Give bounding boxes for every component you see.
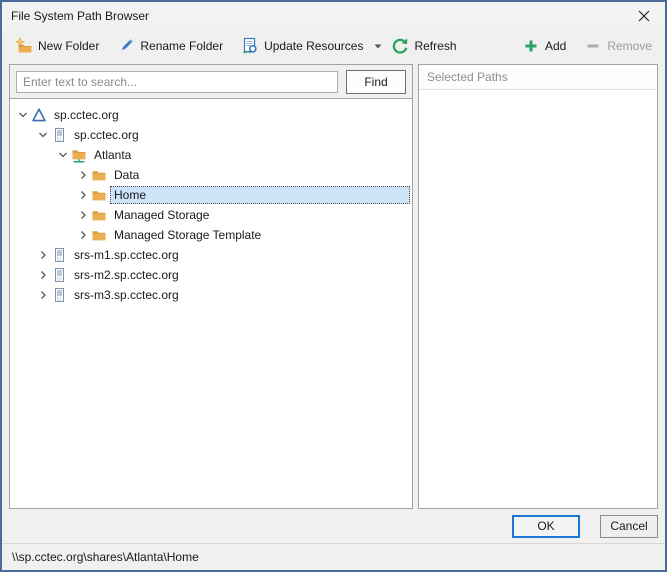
add-label: Add [545,39,566,53]
tree-node-sp-cctec-org[interactable]: sp.cctec.org [10,105,412,125]
tree-node-sp-cctec-org[interactable]: sp.cctec.org [10,125,412,145]
tree-node-label: Data [114,168,139,182]
tree: sp.cctec.org sp.cctec.org Atlanta Data Home M… [10,99,412,508]
forest-icon [31,107,50,123]
pencil-icon [117,37,135,55]
refresh-icon [391,37,409,55]
tree-node-label: srs-m2.sp.cctec.org [74,268,179,282]
new-folder-icon [15,37,33,55]
chevron-right-icon[interactable] [34,287,51,303]
chevron-right-icon[interactable] [74,207,91,223]
tree-node-label: Managed Storage Template [114,228,261,242]
remove-button[interactable]: Remove [579,34,657,58]
tree-node-label: Managed Storage [114,208,209,222]
tree-node-managed-storage-template[interactable]: Managed Storage Template [10,225,412,245]
shared-folder-icon [71,147,90,163]
rename-folder-button[interactable]: Rename Folder [112,34,228,58]
tree-node-srs-m1-sp-cctec-org[interactable]: srs-m1.sp.cctec.org [10,245,412,265]
cancel-button[interactable]: Cancel [600,515,658,538]
update-resources-button[interactable]: Update Resources [236,34,368,58]
refresh-label: Refresh [414,39,456,53]
tree-node-srs-m3-sp-cctec-org[interactable]: srs-m3.sp.cctec.org [10,285,412,305]
server-icon [51,267,70,283]
close-button[interactable] [623,2,665,30]
rename-folder-label: Rename Folder [140,39,223,53]
find-button[interactable]: Find [346,70,406,94]
tree-node-label-area[interactable]: sp.cctec.org [50,106,410,124]
server-icon [51,287,70,303]
tree-node-label-area[interactable]: srs-m3.sp.cctec.org [70,286,410,304]
main-content: Find sp.cctec.org sp.cctec.org Atlanta Data… [2,62,665,509]
chevron-down-icon[interactable] [34,127,51,143]
tree-panel: Find sp.cctec.org sp.cctec.org Atlanta Data… [9,64,413,509]
tree-node-label: srs-m3.sp.cctec.org [74,288,179,302]
folder-icon [91,187,110,203]
close-icon [638,10,650,22]
titlebar: File System Path Browser [2,2,665,30]
footer: OK Cancel [2,509,665,543]
tree-node-label-area[interactable]: srs-m2.sp.cctec.org [70,266,410,284]
toolbar: New Folder Rename Folder [2,30,665,62]
chevron-right-icon[interactable] [74,187,91,203]
tree-node-srs-m2-sp-cctec-org[interactable]: srs-m2.sp.cctec.org [10,265,412,285]
tree-node-label: sp.cctec.org [54,108,119,122]
minus-icon [584,37,602,55]
chevron-down-icon [374,44,382,49]
tree-node-data[interactable]: Data [10,165,412,185]
status-bar: \\sp.cctec.org\shares\Atlanta\Home [2,543,665,570]
tree-node-label: sp.cctec.org [74,128,139,142]
folder-icon [91,167,110,183]
tree-node-label: srs-m1.sp.cctec.org [74,248,179,262]
tree-node-label-area[interactable]: sp.cctec.org [70,126,410,144]
ok-button[interactable]: OK [512,515,580,538]
search-input[interactable] [16,71,338,93]
server-icon [51,127,70,143]
selected-paths-header: Selected Paths [419,65,657,90]
folder-icon [91,227,110,243]
chevron-right-icon[interactable] [74,227,91,243]
update-resources-dropdown-button[interactable] [370,41,386,52]
chevron-right-icon[interactable] [34,247,51,263]
update-resources-label: Update Resources [264,39,363,53]
new-folder-label: New Folder [38,39,99,53]
selected-path-text: \\sp.cctec.org\shares\Atlanta\Home [12,550,199,564]
selected-paths-panel: Selected Paths [418,64,658,509]
file-system-path-browser-dialog: File System Path Browser New Folder [0,0,667,572]
chevron-right-icon[interactable] [74,167,91,183]
tree-node-label-area[interactable]: Managed Storage Template [110,226,410,244]
tree-node-label-area[interactable]: Managed Storage [110,206,410,224]
tree-node-home[interactable]: Home [10,185,412,205]
tree-node-label: Home [114,188,146,202]
refresh-button[interactable]: Refresh [386,34,461,58]
folder-icon [91,207,110,223]
dialog-title: File System Path Browser [2,9,623,23]
tree-node-label: Atlanta [94,148,131,162]
search-bar: Find [10,65,412,99]
server-icon [51,247,70,263]
tree-node-managed-storage[interactable]: Managed Storage [10,205,412,225]
tree-node-label-area[interactable]: Data [110,166,410,184]
tree-node-label-area[interactable]: srs-m1.sp.cctec.org [70,246,410,264]
tree-node-label-area[interactable]: Atlanta [90,146,410,164]
add-button[interactable]: Add [517,34,571,58]
chevron-down-icon[interactable] [14,107,31,123]
new-folder-button[interactable]: New Folder [10,34,104,58]
update-resources-icon [241,37,259,55]
remove-label: Remove [607,39,652,53]
selected-paths-list[interactable] [419,90,657,508]
chevron-right-icon[interactable] [34,267,51,283]
tree-node-label-area[interactable]: Home [110,186,410,204]
plus-icon [522,37,540,55]
chevron-down-icon[interactable] [54,147,71,163]
tree-node-atlanta[interactable]: Atlanta [10,145,412,165]
